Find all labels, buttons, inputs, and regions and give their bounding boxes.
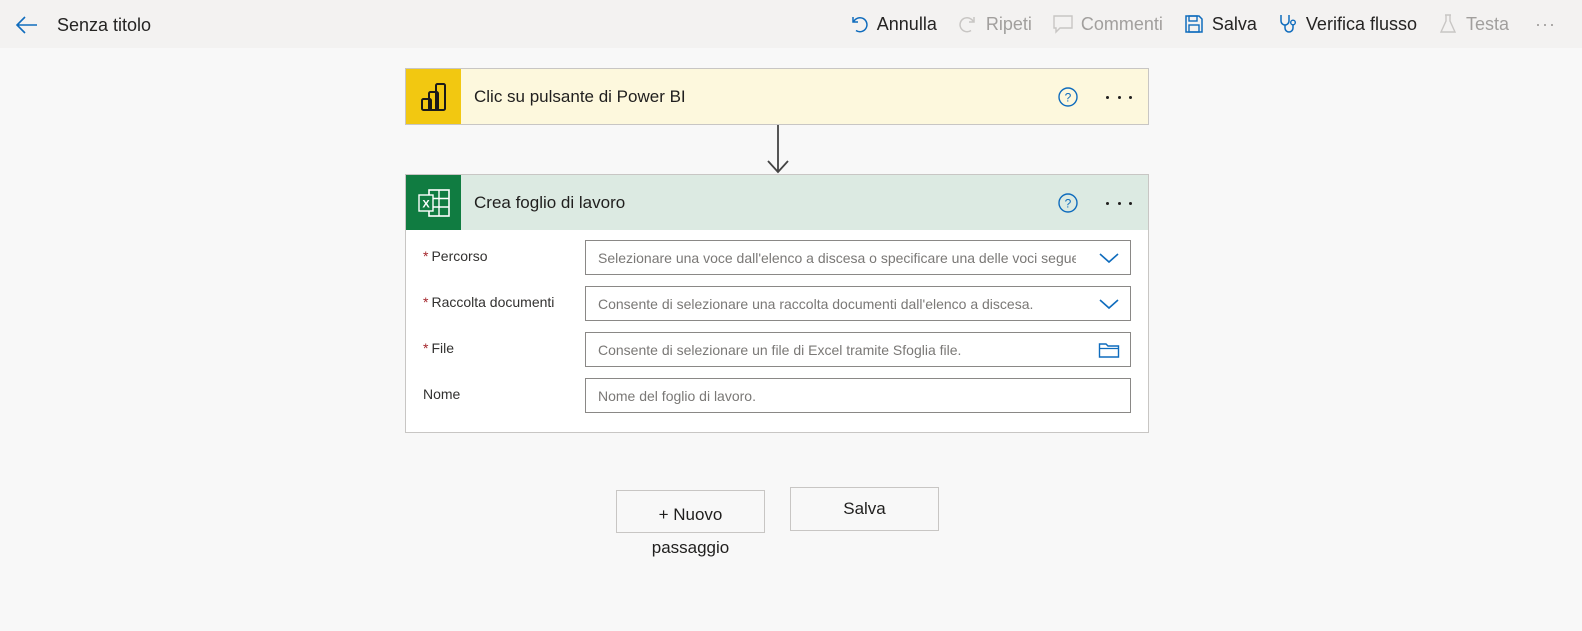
required-marker: * <box>423 340 429 356</box>
connector-arrow-icon <box>767 125 789 174</box>
field-label: * Raccolta documenti <box>423 294 555 310</box>
file-picker-field[interactable]: Consente di selezionare un file di Excel… <box>585 332 1131 367</box>
field-label: Nome <box>423 386 461 402</box>
redo-icon <box>957 13 979 35</box>
trigger-more-options-button[interactable] <box>1104 86 1134 108</box>
undo-icon <box>848 13 870 35</box>
comments-button[interactable]: Commenti <box>1042 0 1173 48</box>
flow-checker-button[interactable]: Verifica flusso <box>1267 0 1427 48</box>
test-button[interactable]: Testa <box>1427 0 1519 48</box>
flow-title[interactable]: Senza titolo <box>57 15 151 36</box>
chevron-down-icon[interactable] <box>1098 294 1120 314</box>
field-placeholder: Consente di selezionare una raccolta doc… <box>598 295 1034 312</box>
svg-text:?: ? <box>1065 197 1072 211</box>
new-step-label-line2: passaggio <box>651 538 730 557</box>
action-form: * Percorso Selezionare una voce dall'elen… <box>406 230 1148 424</box>
raccolta-documenti-dropdown[interactable]: Consente di selezionare una raccolta doc… <box>585 286 1131 321</box>
field-label: * File <box>423 340 455 356</box>
flow-checker-label: Verifica flusso <box>1305 13 1417 34</box>
save-button[interactable]: Salva <box>790 487 939 531</box>
arrow-left-icon <box>15 16 37 34</box>
nome-input[interactable]: Nome del foglio di lavoro. <box>585 378 1131 413</box>
power-bi-icon <box>406 69 461 124</box>
field-placeholder: Nome del foglio di lavoro. <box>598 387 756 404</box>
comment-icon <box>1052 13 1074 35</box>
help-icon[interactable]: ? <box>1057 86 1079 108</box>
action-more-options-button[interactable] <box>1104 192 1134 214</box>
command-group: Annulla Ripeti Commenti Salva Verifica f… <box>838 0 1564 48</box>
save-icon <box>1183 13 1205 35</box>
required-marker: * <box>423 248 429 264</box>
trigger-card[interactable]: Clic su pulsante di Power BI ? <box>405 68 1149 125</box>
svg-text:X: X <box>422 198 430 210</box>
folder-icon[interactable] <box>1098 340 1120 360</box>
new-step-button[interactable] <box>616 490 765 533</box>
command-bar: Senza titolo Annulla Ripeti Commenti Sal… <box>0 0 1582 48</box>
field-row-file: * File Consente di selezionare un file di… <box>423 332 1131 378</box>
save-command-label: Salva <box>1211 13 1257 34</box>
test-label: Testa <box>1465 13 1510 34</box>
required-marker: * <box>423 294 429 310</box>
field-row-nome: Nome Nome del foglio di lavoro. <box>423 378 1131 424</box>
undo-button[interactable]: Annulla <box>838 0 947 48</box>
stethoscope-icon <box>1277 13 1299 35</box>
help-icon[interactable]: ? <box>1057 192 1079 214</box>
action-card-title: Crea foglio di lavoro <box>474 192 626 212</box>
comments-label: Commenti <box>1080 13 1163 34</box>
field-placeholder: Selezionare una voce dall'elenco a disce… <box>598 249 1076 266</box>
undo-label: Annulla <box>876 13 937 34</box>
redo-button[interactable]: Ripeti <box>947 0 1042 48</box>
percorso-dropdown[interactable]: Selezionare una voce dall'elenco a disce… <box>585 240 1131 275</box>
more-commands-button[interactable]: ··· <box>1519 0 1564 48</box>
field-placeholder: Consente di selezionare un file di Excel… <box>598 341 962 358</box>
svg-text:?: ? <box>1065 91 1072 105</box>
trigger-card-title: Clic su pulsante di Power BI <box>474 86 686 106</box>
save-command-button[interactable]: Salva <box>1173 0 1267 48</box>
flask-icon <box>1437 13 1459 35</box>
field-row-percorso: * Percorso Selezionare una voce dall'elen… <box>423 240 1131 286</box>
back-button[interactable] <box>14 12 40 38</box>
excel-icon: X <box>406 175 461 230</box>
redo-label: Ripeti <box>985 13 1032 34</box>
trigger-card-header[interactable]: Clic su pulsante di Power BI ? <box>406 69 1148 124</box>
action-card-header[interactable]: X Crea foglio di lavoro ? <box>406 175 1148 230</box>
field-label: * Percorso <box>423 248 488 264</box>
field-row-raccolta-documenti: * Raccolta documenti Consente di selezion… <box>423 286 1131 332</box>
action-card[interactable]: X Crea foglio di lavoro ? * Percorso Sele… <box>405 174 1149 433</box>
chevron-down-icon[interactable] <box>1098 248 1120 268</box>
